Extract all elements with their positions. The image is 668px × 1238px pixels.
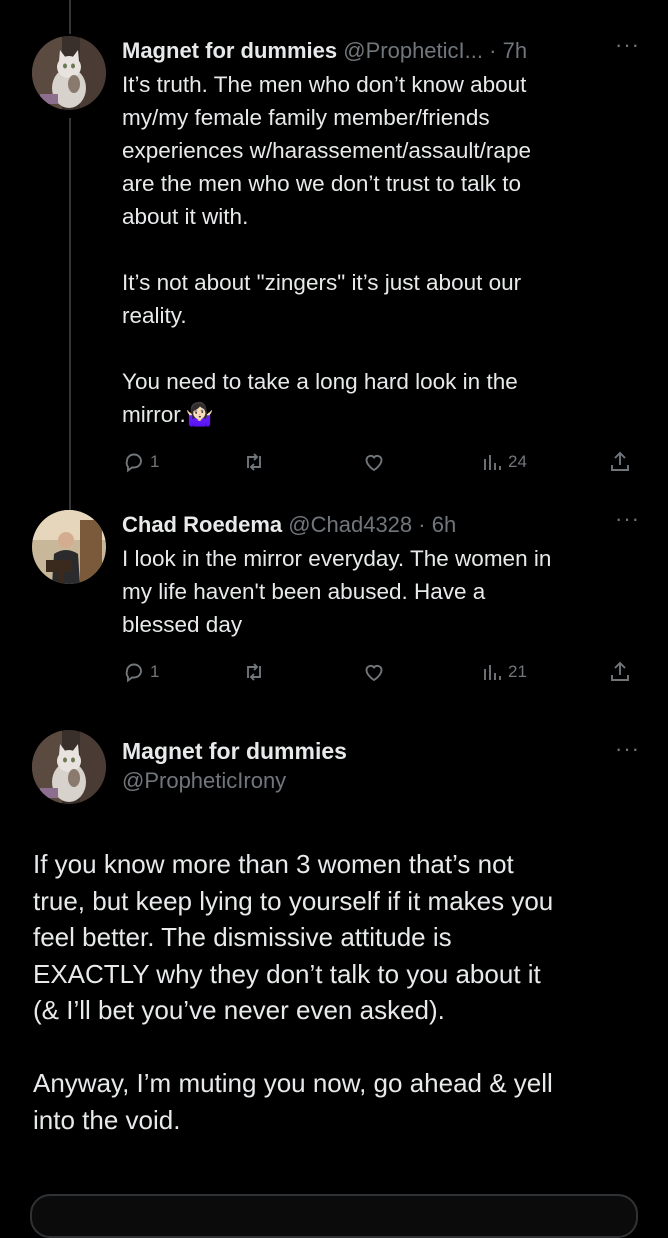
reply-composer-bar[interactable] (30, 1194, 638, 1238)
reply-button[interactable]: 1 (122, 446, 159, 478)
tweet-header: Chad Roedema @Chad4328 · 6h (122, 510, 628, 540)
share-button[interactable] (608, 446, 632, 478)
tweet-text: It’s truth. The men who don’t know about… (122, 72, 531, 427)
thread-line-1 (69, 118, 71, 512)
view-count: 21 (508, 662, 527, 681)
timestamp[interactable]: 6h (432, 512, 456, 537)
view-count: 24 (508, 452, 527, 471)
reply-count: 1 (150, 662, 160, 681)
display-name[interactable]: Chad Roedema (122, 512, 282, 537)
reply-count: 1 (150, 452, 160, 471)
retweet-icon (247, 453, 261, 471)
like-button[interactable] (362, 656, 390, 688)
tweet-text: If you know more than 3 women that’s not… (33, 849, 554, 1135)
more-options-icon[interactable]: ··· (615, 736, 640, 762)
tweet-header: Magnet for dummies @PropheticI... · 7h (122, 36, 628, 66)
display-name[interactable]: Magnet for dummies (122, 38, 337, 63)
user-handle[interactable]: @PropheticI... (343, 38, 483, 63)
reply-icon (125, 663, 142, 683)
thread-line-top (69, 0, 71, 34)
retweet-icon (247, 663, 261, 681)
separator-dot: · (418, 512, 426, 537)
views-button[interactable]: 24 (480, 446, 527, 478)
analytics-icon (484, 455, 501, 470)
share-button[interactable] (608, 656, 632, 688)
reply-button[interactable]: 1 (122, 656, 159, 688)
tweet-actions: 1 24 (122, 446, 642, 478)
tweet-text: I look in the mirror everyday. The women… (122, 546, 552, 637)
views-button[interactable]: 21 (480, 656, 527, 688)
share-icon (611, 451, 629, 471)
more-options-icon[interactable]: ··· (615, 506, 640, 532)
timestamp[interactable]: 7h (503, 38, 527, 63)
heart-icon (365, 664, 383, 682)
share-icon (611, 661, 629, 681)
like-button[interactable] (362, 446, 390, 478)
reply-icon (125, 453, 142, 473)
user-handle[interactable]: @PropheticIrony (122, 768, 286, 794)
analytics-icon (484, 665, 501, 680)
avatar-magnet[interactable] (32, 36, 106, 110)
user-handle[interactable]: @Chad4328 (288, 512, 412, 537)
avatar-chad[interactable] (32, 510, 106, 584)
separator-dot: · (489, 38, 497, 63)
retweet-button[interactable] (242, 656, 270, 688)
heart-icon (365, 454, 383, 472)
avatar-magnet[interactable] (32, 730, 106, 804)
more-options-icon[interactable]: ··· (615, 32, 640, 58)
retweet-button[interactable] (242, 446, 270, 478)
tweet-actions: 1 21 (122, 656, 642, 688)
display-name[interactable]: Magnet for dummies (122, 738, 347, 765)
